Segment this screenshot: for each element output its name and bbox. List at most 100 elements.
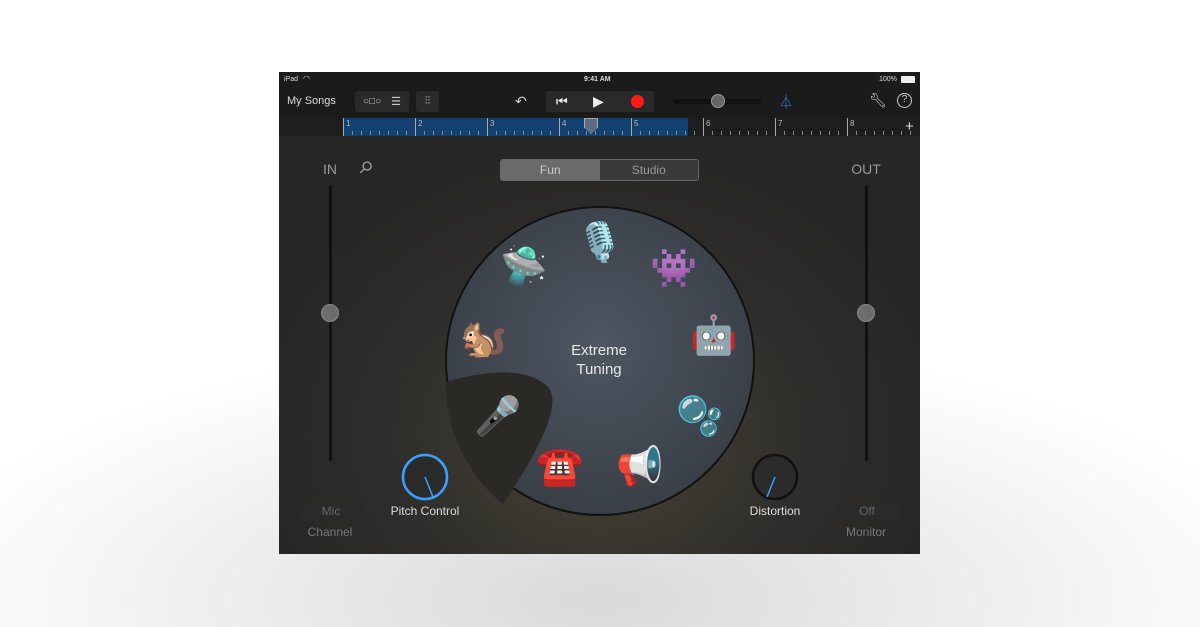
ruler-tick — [676, 131, 677, 135]
ruler-tick — [856, 131, 857, 135]
ruler-tick — [874, 131, 875, 135]
ruler-tick — [883, 131, 884, 135]
battery-percent: 100% — [879, 76, 897, 83]
voice-megaphone-icon[interactable]: 📢 — [615, 442, 665, 492]
bar-number: 5 — [634, 119, 639, 128]
ruler-tick — [451, 131, 452, 135]
ruler-tick — [793, 131, 794, 135]
knob-distortion[interactable] — [751, 453, 799, 501]
distortion-label: Distortion — [749, 504, 801, 518]
bar-line — [415, 118, 416, 136]
track-view-icon[interactable]: ○□○ — [363, 96, 381, 107]
ruler-tick — [658, 131, 659, 135]
rewind-icon[interactable]: ⏮ — [556, 94, 568, 110]
bar-number: 8 — [850, 119, 855, 128]
garageband-screen: iPad ◠ 9:41 AM 100% My Songs ○□○ ☰ ⫶⫶ ↶ … — [279, 72, 920, 554]
ruler-tick — [550, 131, 551, 135]
voice-title: Extreme Tuning — [549, 341, 649, 379]
ruler-tick — [424, 131, 425, 135]
bar-number: 1 — [346, 119, 351, 128]
voice-monster-icon[interactable]: 👾 — [649, 244, 699, 294]
bar-line — [847, 118, 848, 136]
clock: 9:41 AM — [584, 76, 611, 83]
voice-title-line2: Tuning — [576, 361, 622, 378]
metronome-icon[interactable]: ⏃ — [779, 92, 793, 112]
bar-number: 4 — [562, 119, 567, 128]
volume-slider[interactable] — [673, 94, 761, 108]
ruler-tick — [568, 131, 569, 135]
voice-microphone-icon[interactable]: 🎙️ — [575, 218, 625, 268]
help-icon[interactable]: ? — [897, 93, 912, 108]
ruler-tick — [406, 131, 407, 135]
ruler-tick — [361, 131, 362, 135]
ruler-tick — [892, 131, 893, 135]
voice-bubbles-icon[interactable]: 🫧 — [675, 392, 725, 442]
bar-number: 7 — [778, 119, 783, 128]
ruler-tick — [757, 131, 758, 135]
ruler-tick — [586, 131, 587, 135]
ruler-tick — [739, 131, 740, 135]
bar-line — [775, 118, 776, 136]
ruler-tick — [721, 131, 722, 135]
ruler-tick — [829, 131, 830, 135]
voice-extreme-tuning-mic-icon[interactable]: 🎤 — [473, 392, 523, 442]
bar-number: 3 — [490, 119, 495, 128]
ruler-tick — [352, 131, 353, 135]
voice-title-line1: Extreme — [571, 342, 627, 359]
timeline-ruler[interactable]: 1 2 3 4 5 6 7 8 + — [279, 118, 920, 136]
ruler-tick — [523, 131, 524, 135]
bar-number: 2 — [418, 119, 423, 128]
bar-number: 6 — [706, 119, 711, 128]
ruler-tick — [613, 131, 614, 135]
ruler-tick — [784, 131, 785, 135]
add-section-button[interactable]: + — [905, 118, 914, 135]
ruler-tick — [604, 131, 605, 135]
bar-line — [487, 118, 488, 136]
ruler-tick — [577, 131, 578, 135]
my-songs-button[interactable]: My Songs — [287, 95, 336, 107]
ruler-tick — [460, 131, 461, 135]
ruler-tick — [730, 131, 731, 135]
ruler-tick — [370, 131, 371, 135]
bar-line — [343, 118, 344, 136]
voice-telephone-icon[interactable]: ☎️ — [535, 442, 585, 492]
volume-thumb[interactable] — [711, 94, 725, 108]
ruler-tick — [685, 131, 686, 135]
ruler-tick — [838, 131, 839, 135]
tracks-list-icon[interactable]: ☰ — [391, 95, 401, 108]
ruler-tick — [802, 131, 803, 135]
undo-icon[interactable]: ↶ — [515, 93, 527, 110]
ruler-tick — [820, 131, 821, 135]
ruler-tick — [496, 131, 497, 135]
ruler-tick — [640, 131, 641, 135]
battery-icon — [901, 76, 915, 83]
view-toggle[interactable]: ○□○ ☰ — [355, 91, 409, 112]
play-icon[interactable]: ▶ — [593, 93, 604, 110]
ruler-tick — [622, 131, 623, 135]
wrench-icon[interactable]: 🔧︎ — [869, 92, 887, 109]
record-icon[interactable] — [631, 95, 644, 108]
ruler-tick — [469, 131, 470, 135]
ruler-tick — [541, 131, 542, 135]
ruler-tick — [667, 131, 668, 135]
bar-line — [559, 118, 560, 136]
bar-line — [703, 118, 704, 136]
ruler-tick — [694, 131, 695, 135]
knob-pitch-control[interactable] — [401, 453, 449, 501]
voice-alien-ufo-icon[interactable]: 🛸 — [499, 242, 549, 292]
voice-squirrel-icon[interactable]: 🐿️ — [459, 314, 509, 364]
ruler-tick — [712, 131, 713, 135]
voice-robot-icon[interactable]: 🤖 — [689, 311, 739, 361]
ruler-tick — [766, 131, 767, 135]
wifi-icon: ◠ — [303, 74, 310, 83]
ruler-tick — [865, 131, 866, 135]
transport: ⏮ ▶ — [546, 91, 654, 112]
ruler-tick — [811, 131, 812, 135]
ruler-tick — [442, 131, 443, 135]
ruler-tick — [649, 131, 650, 135]
ruler-tick — [595, 131, 596, 135]
toolbar: My Songs ○□○ ☰ ⫶⫶ ↶ ⏮ ▶ ⏃ 🔧︎ ? — [279, 88, 920, 117]
ruler-tick — [532, 131, 533, 135]
ruler-tick — [505, 131, 506, 135]
mixer-icon[interactable]: ⫶⫶ — [416, 91, 439, 112]
